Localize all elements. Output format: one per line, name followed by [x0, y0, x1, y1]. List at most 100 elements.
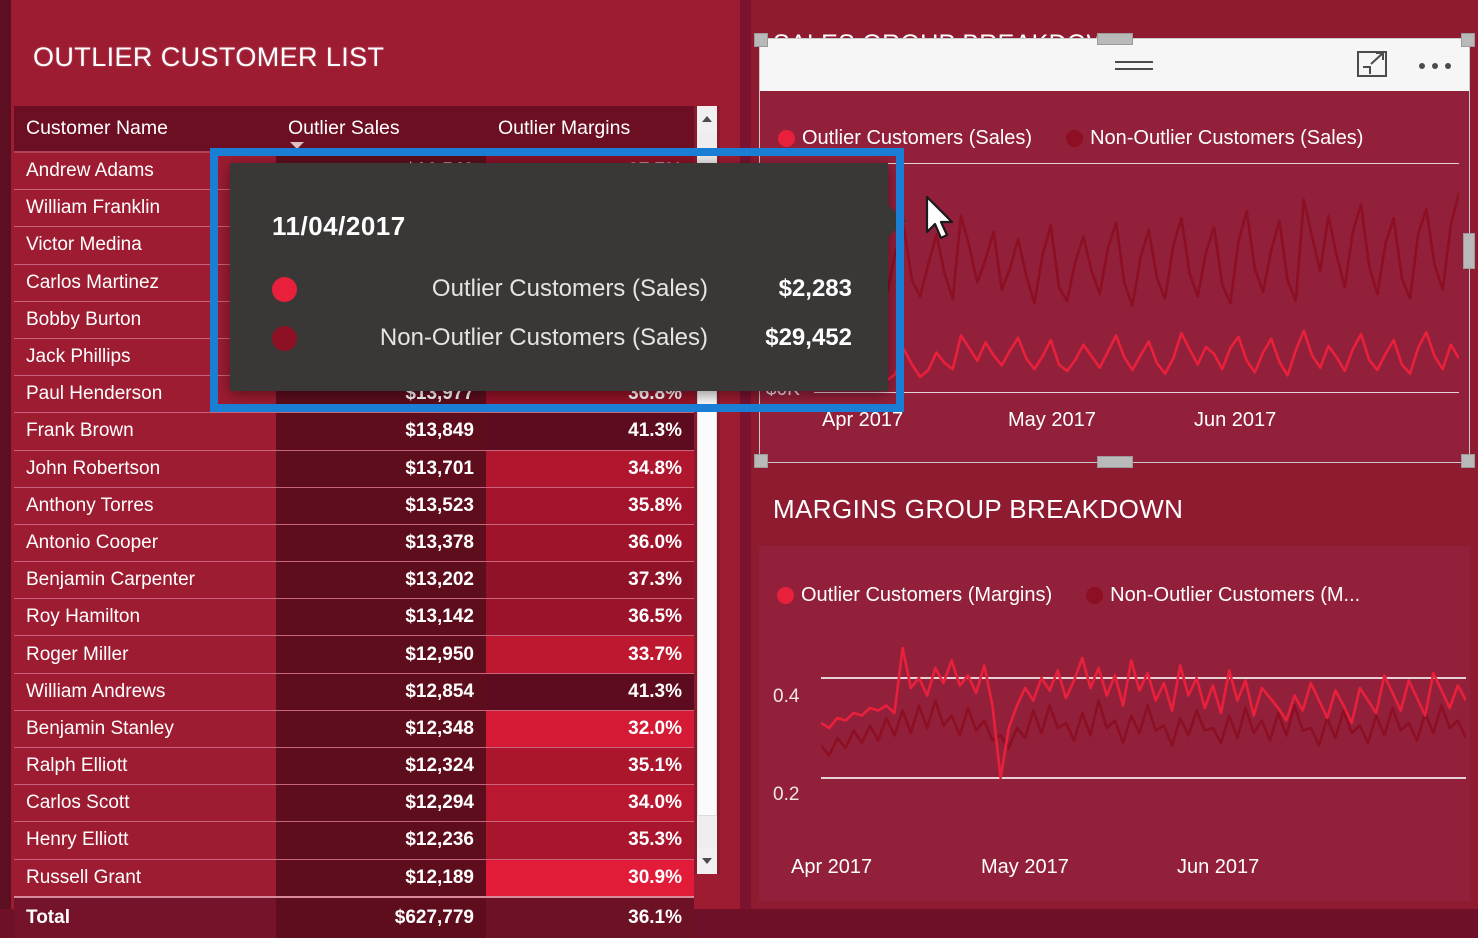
legend-dot-outlier [778, 130, 795, 147]
cell-outlier-margins: 36.0% [486, 524, 694, 563]
resize-handle-top-center[interactable] [1096, 33, 1133, 45]
cell-customer-name: Ralph Elliott [14, 747, 276, 786]
series-line-non-outlier[interactable] [819, 699, 1468, 757]
scroll-up-icon[interactable] [697, 106, 717, 132]
legend-label-non-outlier-margins: Non-Outlier Customers (M... [1110, 584, 1361, 606]
table-row[interactable]: John Robertson $13,701 34.8% [14, 450, 694, 488]
cell-outlier-sales: $13,378 [276, 524, 486, 563]
series-line-non-outlier[interactable] [812, 192, 1461, 307]
cell-outlier-sales: $12,189 [276, 859, 486, 898]
cell-outlier-sales: $12,236 [276, 821, 486, 860]
cell-outlier-margins: 32.0% [486, 710, 694, 749]
outlier-customer-list-visual[interactable]: OUTLIER CUSTOMER LIST Customer Name Outl… [0, 0, 740, 938]
legend-label-outlier: Outlier Customers (Sales) [802, 127, 1033, 149]
margins-x-axis-tick-jun: Jun 2017 [1177, 856, 1260, 878]
table-row[interactable]: Benjamin Carpenter $13,202 37.3% [14, 561, 694, 600]
cell-total-sales: $627,779 [276, 895, 486, 938]
margins-x-axis-tick-apr: Apr 2017 [791, 856, 873, 878]
table-row[interactable]: Frank Brown $13,849 41.3% [14, 412, 694, 451]
table-total-row: Total $627,779 36.1% [14, 895, 694, 938]
legend-dot-non-outlier-margins [1086, 587, 1104, 604]
column-header-outlier-sales[interactable]: Outlier Sales [276, 106, 486, 153]
cell-customer-name: Benjamin Carpenter [14, 561, 276, 600]
legend-dot-non-outlier [1066, 130, 1084, 147]
cell-total-margin: 36.1% [486, 895, 694, 938]
resize-handle-top-right[interactable] [1461, 33, 1475, 47]
margins-y-axis-tick-0-4: 0.4 [773, 686, 800, 707]
cell-customer-name: Benjamin Stanley [14, 710, 276, 749]
cell-outlier-margins: 35.8% [486, 487, 694, 525]
legend-label-outlier-margins: Outlier Customers (Margins) [801, 584, 1053, 606]
legend-item-outlier-sales[interactable]: Outlier Customers (Sales) [778, 127, 1032, 150]
table-row[interactable]: William Andrews $12,854 41.3% [14, 673, 694, 711]
cell-outlier-sales: $13,523 [276, 487, 486, 525]
table-row[interactable]: Antonio Cooper $13,378 36.0% [14, 524, 694, 563]
table-row[interactable]: Ralph Elliott $12,324 35.1% [14, 747, 694, 786]
table-row[interactable]: Anthony Torres $13,523 35.8% [14, 487, 694, 525]
cell-outlier-margins: 34.8% [486, 450, 694, 488]
selection-highlight-frame [210, 148, 904, 412]
cell-customer-name: Roger Miller [14, 635, 276, 674]
cell-outlier-sales: $13,701 [276, 450, 486, 488]
column-header-outlier-margins[interactable]: Outlier Margins [486, 106, 694, 153]
resize-handle-bottom-left[interactable] [754, 454, 768, 468]
cell-outlier-sales: $12,294 [276, 784, 486, 823]
margins-group-breakdown-visual[interactable]: Outlier Customers (Margins) Non-Outlier … [759, 546, 1470, 901]
table-row[interactable]: Roy Hamilton $13,142 36.5% [14, 598, 694, 637]
margins-visual-title: MARGINS GROUP BREAKDOWN [773, 494, 1184, 524]
legend-item-non-outlier-sales[interactable]: Non-Outlier Customers (Sales) [1066, 127, 1363, 150]
filter-icon[interactable] [1115, 60, 1159, 70]
cell-customer-name: Henry Elliott [14, 821, 276, 860]
margins-x-axis-tick-may: May 2017 [981, 856, 1069, 878]
resize-handle-right-center[interactable] [1463, 232, 1475, 269]
cell-customer-name: William Andrews [14, 673, 276, 711]
mouse-cursor-icon [925, 196, 954, 240]
cell-outlier-sales: $13,202 [276, 561, 486, 600]
table-row[interactable]: Carlos Scott $12,294 34.0% [14, 784, 694, 823]
page-title: OUTLIER CUSTOMER LIST [33, 42, 385, 72]
legend-item-outlier-margins[interactable]: Outlier Customers (Margins) [777, 584, 1052, 607]
margins-legend: Outlier Customers (Margins) Non-Outlier … [777, 584, 1360, 607]
cell-outlier-margins: 35.3% [486, 821, 694, 860]
table-row[interactable]: Benjamin Stanley $12,348 32.0% [14, 710, 694, 749]
margins-line-chart-plot[interactable] [819, 638, 1468, 803]
cell-outlier-sales: $12,854 [276, 673, 486, 711]
cell-customer-name: John Robertson [14, 450, 276, 488]
scroll-down-icon[interactable] [697, 848, 717, 874]
right-column: SALES GROUP BREAKDOWN [751, 0, 1478, 909]
cell-total-label: Total [14, 895, 276, 938]
table-row[interactable]: Roger Miller $12,950 33.7% [14, 635, 694, 674]
table-row[interactable]: Russell Grant $12,189 30.9% [14, 859, 694, 898]
table-header-row: Customer Name Outlier Sales Outlier Marg… [14, 106, 694, 153]
sales-x-axis-tick-may: May 2017 [1008, 409, 1096, 431]
cell-customer-name: Roy Hamilton [14, 598, 276, 637]
cell-outlier-sales: $13,849 [276, 412, 486, 451]
cell-outlier-sales: $13,142 [276, 598, 486, 637]
cell-outlier-sales: $12,950 [276, 635, 486, 674]
sales-legend: Outlier Customers (Sales) Non-Outlier Cu… [778, 127, 1363, 150]
sales-line-chart-plot[interactable] [812, 162, 1461, 394]
sales-x-axis-tick-jun: Jun 2017 [1194, 409, 1277, 431]
cell-outlier-margins: 30.9% [486, 859, 694, 898]
legend-item-non-outlier-margins[interactable]: Non-Outlier Customers (M... [1086, 584, 1360, 607]
cell-outlier-margins: 34.0% [486, 784, 694, 823]
table-row[interactable]: Henry Elliott $12,236 35.3% [14, 821, 694, 860]
more-options-icon[interactable] [1419, 63, 1451, 69]
legend-label-non-outlier: Non-Outlier Customers (Sales) [1090, 127, 1364, 149]
cell-outlier-margins: 35.1% [486, 747, 694, 786]
cell-customer-name: Russell Grant [14, 859, 276, 898]
sales-x-axis-tick-apr: Apr 2017 [822, 409, 904, 431]
resize-handle-top-left[interactable] [754, 33, 768, 47]
cell-outlier-margins: 37.3% [486, 561, 694, 600]
column-header-customer-name[interactable]: Customer Name [14, 106, 276, 153]
series-line-outlier[interactable] [813, 329, 1461, 385]
cell-customer-name: Anthony Torres [14, 487, 276, 525]
cell-outlier-margins: 41.3% [486, 412, 694, 451]
resize-handle-bottom-right[interactable] [1461, 454, 1475, 468]
cell-customer-name: Frank Brown [14, 412, 276, 451]
focus-mode-icon[interactable] [1357, 50, 1387, 78]
legend-dot-outlier-margins [777, 587, 794, 604]
visual-header-bar [760, 39, 1469, 91]
cell-outlier-margins: 33.7% [486, 635, 694, 674]
resize-handle-bottom-center[interactable] [1096, 456, 1133, 468]
